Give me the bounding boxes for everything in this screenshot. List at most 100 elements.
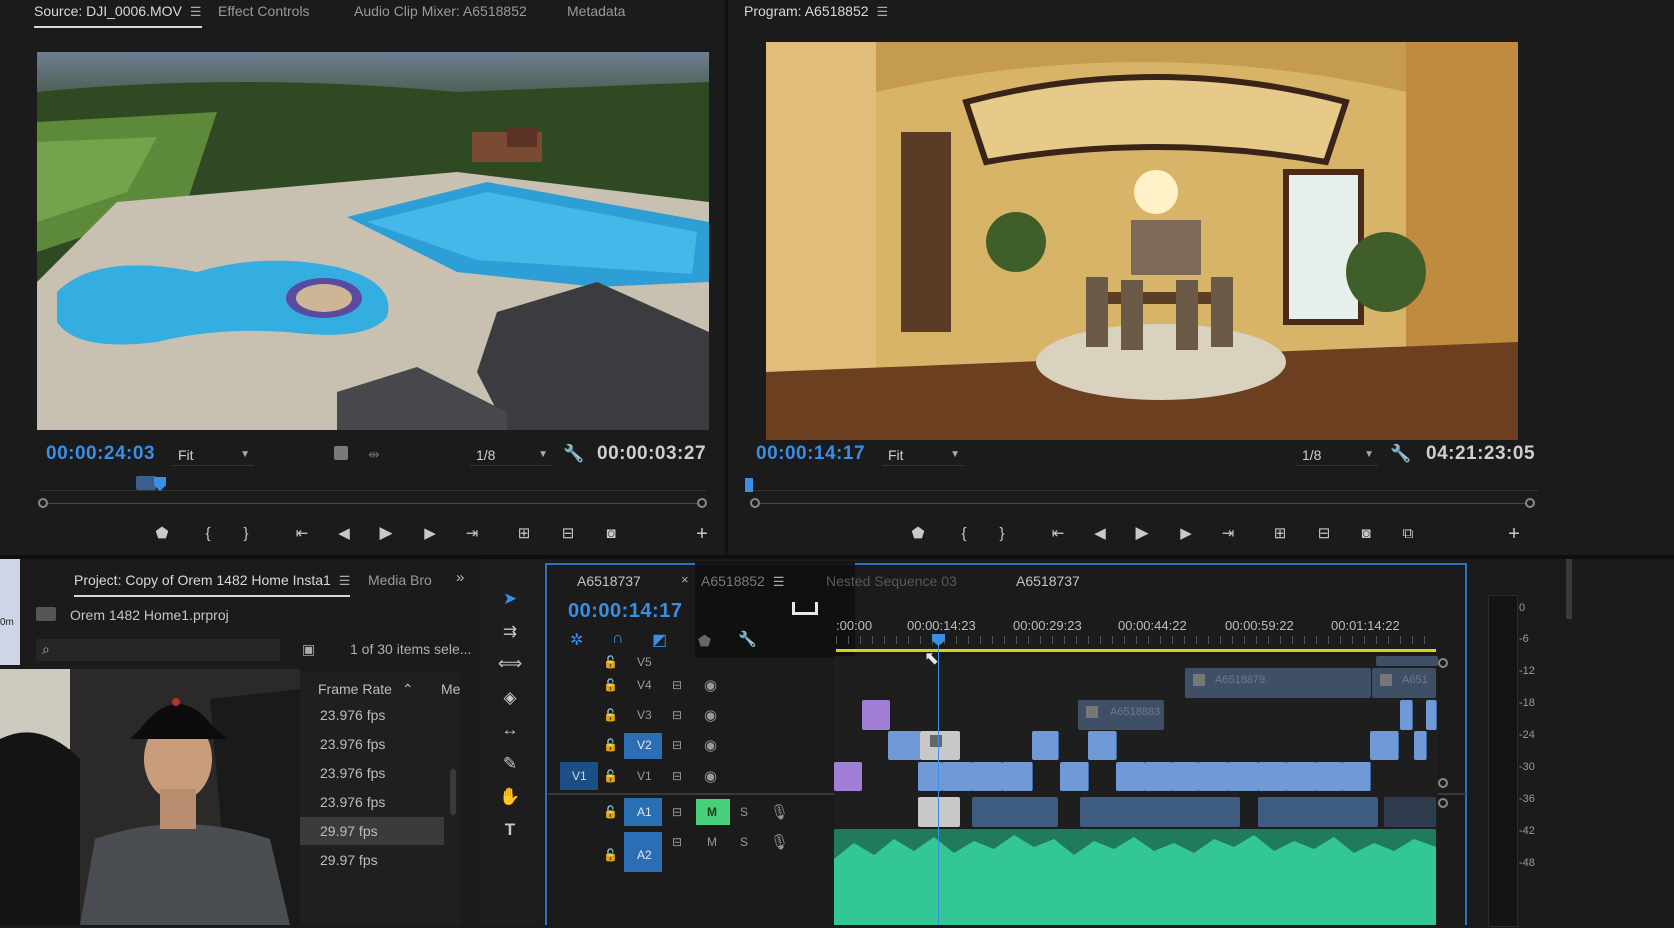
- add-marker-icon[interactable]: ⬟: [906, 521, 930, 545]
- sync-lock-icon[interactable]: ⊟: [672, 761, 682, 791]
- clip-v1[interactable]: [942, 762, 973, 791]
- wrench-icon[interactable]: 🔧: [738, 630, 757, 648]
- in-out-range[interactable]: [136, 476, 156, 490]
- clip-v1[interactable]: [1198, 762, 1229, 791]
- camera-icon[interactable]: ◙: [599, 521, 623, 545]
- mark-in-icon[interactable]: {: [952, 521, 976, 545]
- clip-v3-adjustment[interactable]: [862, 700, 890, 730]
- clip-v1[interactable]: [1002, 762, 1033, 791]
- program-zoom-bar[interactable]: [758, 503, 1528, 504]
- sync-lock-icon[interactable]: ⊟: [672, 730, 682, 760]
- clip-v2[interactable]: [1088, 731, 1117, 760]
- type-tool-icon[interactable]: T: [497, 817, 523, 843]
- clip-v1[interactable]: [1342, 762, 1371, 791]
- add-marker-icon[interactable]: ⬟: [150, 521, 174, 545]
- tab-source[interactable]: Source: DJI_0006.MOV ☰: [34, 0, 202, 28]
- wrench-icon[interactable]: 🔧: [1390, 444, 1411, 464]
- lock-icon[interactable]: 🔓: [603, 797, 618, 827]
- tab-audio-clip-mixer[interactable]: Audio Clip Mixer: A6518852: [354, 0, 527, 26]
- clip-v1[interactable]: [1258, 762, 1287, 791]
- source-ruler[interactable]: [40, 490, 706, 491]
- list-item[interactable]: 29.97 fps: [320, 852, 378, 868]
- step-forward-icon[interactable]: ▶: [1174, 521, 1198, 545]
- slip-tool-icon[interactable]: ↔: [497, 717, 523, 743]
- sync-lock-icon[interactable]: ⊟: [672, 700, 682, 730]
- vertical-zoom-handle[interactable]: [1438, 658, 1448, 668]
- clip-v5[interactable]: [1376, 656, 1438, 666]
- timeline-timecode[interactable]: 00:00:14:17: [568, 600, 682, 623]
- lock-icon[interactable]: 🔓: [603, 840, 618, 870]
- zoom-handle-right[interactable]: [697, 498, 707, 508]
- selection-tool-icon[interactable]: ➤: [497, 586, 523, 612]
- vertical-zoom-handle[interactable]: [1438, 778, 1448, 788]
- insert-icon[interactable]: [334, 446, 348, 460]
- clip-a2-music[interactable]: [834, 829, 1436, 925]
- go-to-out-icon[interactable]: ⇥: [1216, 521, 1240, 545]
- go-to-out-icon[interactable]: ⇥: [460, 521, 484, 545]
- pen-tool-icon[interactable]: ✎: [497, 751, 523, 777]
- source-zoom-bar[interactable]: [46, 503, 698, 504]
- clip-v2-selected[interactable]: [920, 731, 960, 760]
- clip-a1[interactable]: [1258, 797, 1378, 827]
- sync-lock-icon[interactable]: ⊟: [672, 797, 682, 827]
- lock-icon[interactable]: 🔓: [603, 670, 618, 700]
- clip-v1[interactable]: [1144, 762, 1173, 791]
- step-forward-icon[interactable]: ▶: [418, 521, 442, 545]
- drag-audio-icon[interactable]: ⇹: [368, 446, 380, 463]
- program-timecode[interactable]: 00:00:14:17: [756, 443, 865, 465]
- sync-lock-icon[interactable]: ⊟: [672, 670, 682, 700]
- eye-icon[interactable]: ◉: [704, 730, 717, 760]
- compare-view-icon[interactable]: ⧉: [1396, 521, 1420, 545]
- list-item[interactable]: 23.976 fps: [320, 765, 385, 781]
- eye-icon[interactable]: ◉: [704, 700, 717, 730]
- track-select-tool-icon[interactable]: ⇉: [497, 619, 523, 645]
- play-icon[interactable]: ▶: [1130, 521, 1154, 545]
- clip-v2[interactable]: [1414, 731, 1427, 760]
- timeline-playhead[interactable]: [938, 636, 939, 925]
- time-ruler-ticks[interactable]: [836, 636, 1436, 644]
- clip-v1[interactable]: [1316, 762, 1343, 791]
- tab-effect-controls[interactable]: Effect Controls: [218, 0, 310, 26]
- clip-v1[interactable]: [1060, 762, 1089, 791]
- wrench-icon[interactable]: 🔧: [563, 444, 584, 464]
- menu-icon[interactable]: ☰: [877, 1, 889, 23]
- clip-v3[interactable]: A6518883: [1078, 700, 1164, 730]
- sort-up-icon[interactable]: ⌃: [402, 681, 414, 697]
- tab-metadata[interactable]: Metadata: [567, 0, 625, 26]
- tab-media-browser[interactable]: Media Bro: [368, 569, 432, 595]
- project-scrollbar[interactable]: [450, 769, 456, 815]
- tab-program[interactable]: Program: A6518852 ☰: [744, 0, 888, 26]
- panel-overflow-icon[interactable]: »: [456, 569, 464, 586]
- list-item[interactable]: 29.97 fps: [320, 823, 378, 839]
- go-to-in-icon[interactable]: ⇤: [290, 521, 314, 545]
- clip-v2[interactable]: [1370, 731, 1399, 760]
- nest-icon[interactable]: ✲: [570, 630, 583, 650]
- solo-button-a2[interactable]: S: [740, 827, 748, 857]
- tab-sequence-a6518852[interactable]: A6518852 ☰: [701, 570, 785, 596]
- clip-a1[interactable]: [1384, 797, 1436, 827]
- overwrite-clip-icon[interactable]: ⊟: [556, 521, 580, 545]
- clip-v1[interactable]: [1172, 762, 1199, 791]
- ripple-edit-tool-icon[interactable]: ⟺: [497, 651, 523, 677]
- list-item[interactable]: 23.976 fps: [320, 707, 385, 723]
- close-icon[interactable]: ×: [681, 572, 689, 587]
- source-fit-dropdown[interactable]: Fit ▼: [172, 445, 254, 466]
- linked-selection-icon[interactable]: ◩: [652, 630, 667, 650]
- zoom-handle-left[interactable]: [750, 498, 760, 508]
- eye-icon[interactable]: ◉: [704, 670, 717, 700]
- step-back-icon[interactable]: ◀: [1088, 521, 1112, 545]
- step-back-icon[interactable]: ◀: [332, 521, 356, 545]
- program-resolution-dropdown[interactable]: 1/8 ▼: [1296, 445, 1378, 466]
- snap-icon[interactable]: ∩: [612, 630, 624, 648]
- clip-v1[interactable]: [1116, 762, 1145, 791]
- lift-icon[interactable]: ⊞: [1268, 521, 1292, 545]
- menu-icon[interactable]: ☰: [190, 1, 202, 23]
- add-button-icon[interactable]: +: [1502, 522, 1526, 546]
- clip-a1-selected[interactable]: [918, 797, 960, 827]
- clip-v4[interactable]: A651: [1372, 668, 1436, 698]
- source-resolution-dropdown[interactable]: 1/8 ▼: [470, 445, 552, 466]
- clip-v1[interactable]: [1286, 762, 1317, 791]
- tab-sequence-a6518737-2[interactable]: A6518737: [1016, 570, 1080, 596]
- go-to-in-icon[interactable]: ⇤: [1046, 521, 1070, 545]
- clip-v3[interactable]: [1426, 700, 1437, 730]
